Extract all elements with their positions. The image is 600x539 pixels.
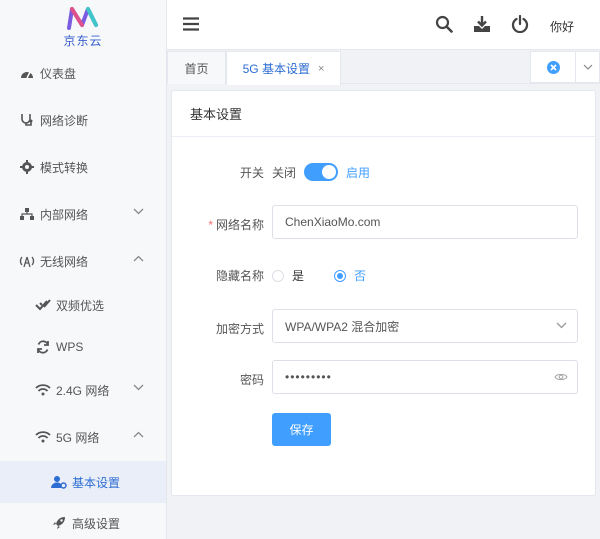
switch-on-text: 启用 <box>346 165 371 180</box>
brand-logo[interactable]: 京东云 <box>0 0 166 52</box>
chevron-up-icon <box>133 431 144 438</box>
wireless-switch-row: 关闭 启用 <box>272 163 370 181</box>
ssid-value: ChenXiaoMo.com <box>285 215 381 229</box>
rocket-icon <box>50 514 68 532</box>
password-input[interactable]: ••••••••• <box>272 360 578 394</box>
sidebar-item-diagnosis[interactable]: 网络诊断 <box>0 100 166 140</box>
tab-close-icon[interactable]: × <box>318 63 324 75</box>
stethoscope-icon <box>18 111 36 129</box>
jdcloud-logo-icon <box>67 7 98 30</box>
radio-yes[interactable] <box>272 269 284 282</box>
sidebar-item-label: 高级设置 <box>72 516 121 531</box>
wifi-icon <box>34 381 52 399</box>
close-all-tabs-button[interactable] <box>530 51 576 83</box>
sidebar-item-label: 网络诊断 <box>40 113 89 128</box>
sidebar-item-label: 模式转换 <box>40 160 89 175</box>
radio-no[interactable] <box>334 269 347 282</box>
password-label: 密码 <box>239 373 264 387</box>
encryption-select[interactable]: WPA/WPA2 混合加密 <box>272 309 578 343</box>
ssid-label: * 网络名称 <box>172 216 264 233</box>
basic-settings-card: 基本设置 开关 关闭 启用 * 网络名称 ChenXiaoMo.com 隐藏名称 … <box>171 90 596 496</box>
sidebar-item-24g-network[interactable]: 2.4G 网络 <box>0 370 166 410</box>
tab-label: 首页 <box>184 61 209 76</box>
sidebar-item-mode-switch[interactable]: 模式转换 <box>0 147 166 187</box>
radio-yes-label[interactable]: 是 <box>292 267 304 284</box>
search-icon[interactable] <box>435 15 453 33</box>
sidebar-item-label: 基本设置 <box>72 475 121 490</box>
tabs-more-button[interactable] <box>576 51 600 83</box>
sidebar: 京东云 仪表盘 网络诊断 模式转换 内部网络 无线网络 双频优选 WPS 2.4… <box>0 0 167 539</box>
encryption-value: WPA/WPA2 混合加密 <box>285 319 400 334</box>
chevron-down-icon <box>133 208 144 215</box>
sidebar-item-basic-settings[interactable]: 基本设置 <box>0 461 166 503</box>
sidebar-item-wps[interactable]: WPS <box>0 327 166 367</box>
gear-icon <box>18 158 36 176</box>
menu-toggle-icon[interactable] <box>183 17 199 31</box>
sidebar-item-label: WPS <box>56 340 84 354</box>
sidebar-item-wireless-network[interactable]: 无线网络 <box>0 241 166 281</box>
ssid-input[interactable]: ChenXiaoMo.com <box>272 205 578 239</box>
chevron-down-icon <box>556 322 567 329</box>
switch-label: 开关 <box>239 166 264 180</box>
refresh-icon <box>34 338 52 356</box>
switch-off-text: 关闭 <box>272 165 297 180</box>
power-icon[interactable] <box>511 15 529 33</box>
sidebar-item-internal-network[interactable]: 内部网络 <box>0 194 166 234</box>
antenna-icon <box>18 252 36 270</box>
sidebar-item-dual-band[interactable]: 双频优选 <box>0 285 166 325</box>
toggle-knob <box>322 165 337 179</box>
user-settings-icon <box>50 473 68 491</box>
hidden-name-label: 隐藏名称 <box>215 269 264 283</box>
wifi-icon <box>34 428 52 446</box>
close-circle-icon <box>546 60 560 74</box>
double-check-icon <box>34 296 52 314</box>
hidden-name-radio-group: 是 否 <box>272 267 366 284</box>
download-icon[interactable] <box>473 15 491 33</box>
dashboard-icon <box>18 64 36 82</box>
tab-5g-basic-settings[interactable]: 5G 基本设置 × <box>226 51 341 85</box>
tabs-bar: 首页 5G 基本设置 × <box>167 50 600 85</box>
required-mark: * <box>208 218 213 232</box>
tab-label: 5G 基本设置 <box>242 62 310 76</box>
chevron-down-icon <box>133 384 144 391</box>
chevron-down-icon <box>583 64 592 70</box>
sidebar-item-label: 双频优选 <box>56 298 105 313</box>
sidebar-item-5g-network[interactable]: 5G 网络 <box>0 417 166 457</box>
eye-icon[interactable] <box>554 372 568 382</box>
encryption-label: 加密方式 <box>215 322 264 336</box>
tab-home[interactable]: 首页 <box>167 51 226 84</box>
network-icon <box>18 205 36 223</box>
sidebar-item-advanced-settings[interactable]: 高级设置 <box>0 503 166 539</box>
logo-text: 京东云 <box>63 34 103 48</box>
card-title: 基本设置 <box>172 91 595 137</box>
sidebar-item-dashboard[interactable]: 仪表盘 <box>0 53 166 93</box>
password-value: ••••••••• <box>285 370 332 384</box>
radio-no-label[interactable]: 否 <box>354 267 366 284</box>
sidebar-item-label: 无线网络 <box>40 254 89 269</box>
sidebar-item-label: 5G 网络 <box>56 430 100 445</box>
sidebar-item-label: 内部网络 <box>40 207 89 222</box>
chevron-up-icon <box>133 255 144 262</box>
ssid-label-text: 网络名称 <box>215 218 264 232</box>
user-greeting[interactable]: 你好 <box>550 18 574 35</box>
sidebar-item-label: 2.4G 网络 <box>56 383 110 398</box>
sidebar-item-label: 仪表盘 <box>40 66 77 81</box>
top-bar: 你好 <box>167 0 600 50</box>
save-button[interactable]: 保存 <box>272 413 331 446</box>
wireless-toggle[interactable] <box>304 163 339 181</box>
